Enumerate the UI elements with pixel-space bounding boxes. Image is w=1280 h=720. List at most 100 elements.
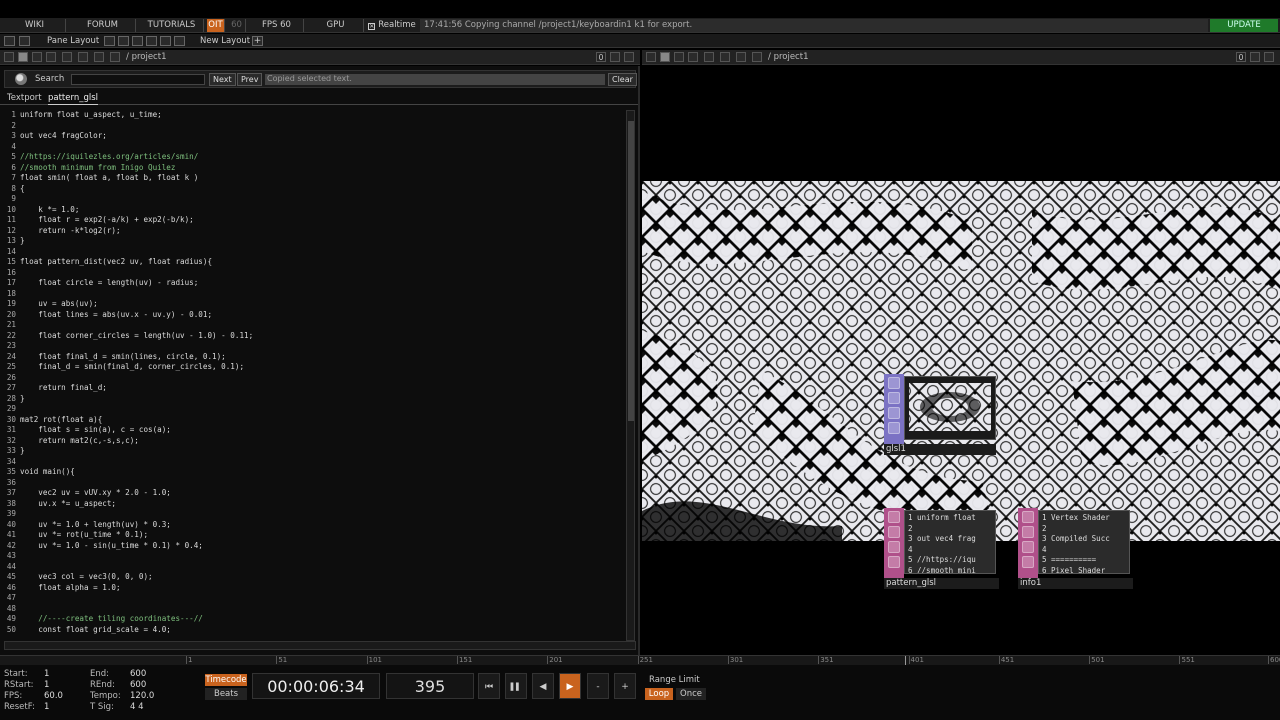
pane-menu-icon[interactable] (4, 52, 14, 62)
layout-preset-6-icon[interactable] (174, 36, 185, 46)
oit-toggle[interactable]: OIT (207, 19, 225, 32)
viewer-flag-icon[interactable] (1022, 511, 1034, 523)
code-line[interactable]: 23 (0, 341, 624, 352)
zoom-icon[interactable] (736, 52, 746, 62)
code-line[interactable]: 20 float lines = abs(uv.x - uv.y) - 0.01… (0, 310, 624, 321)
beats-mode-button[interactable]: Beats (205, 688, 247, 700)
code-editor[interactable]: 1 uniform float u_aspect, u_time; 2 3 out ve… (0, 110, 624, 641)
layout-preset-3-icon[interactable] (132, 36, 143, 46)
code-line[interactable]: 4 (0, 142, 624, 153)
search-next-button[interactable]: Next (209, 73, 236, 86)
play-button[interactable]: ▶ (559, 673, 581, 699)
vertical-scrollbar[interactable] (626, 110, 635, 641)
node-name[interactable]: pattern_glsl (884, 578, 999, 589)
code-line[interactable]: 49 //----create tiling coordinates---// (0, 614, 624, 625)
time-setting-end[interactable]: End: 600 (90, 669, 170, 679)
time-setting-start[interactable]: Start: 1 (4, 669, 84, 679)
timecode-display[interactable]: 00:00:06:34 (252, 673, 380, 699)
back-icon[interactable] (674, 52, 684, 62)
code-line[interactable]: 33} (0, 446, 624, 457)
setting-value[interactable]: 4 4 (130, 702, 144, 712)
code-line[interactable]: 32 return mat2(c,-s,s,c); (0, 436, 624, 447)
code-line[interactable]: 43 (0, 551, 624, 562)
clear-button[interactable]: Clear (608, 73, 637, 86)
code-line[interactable]: 3 out vec4 fragColor; (0, 131, 624, 142)
code-line[interactable]: 35 void main(){ (0, 467, 624, 478)
time-setting-rend[interactable]: REnd: 600 (90, 680, 170, 690)
split-pane-icon[interactable] (4, 36, 15, 46)
search-input[interactable] (71, 74, 205, 85)
setting-value[interactable]: 1 (44, 680, 49, 690)
code-line[interactable]: 14 (0, 247, 624, 258)
code-line[interactable]: 48 (0, 604, 624, 615)
menu-gpu[interactable]: GPU (308, 19, 364, 32)
code-line[interactable]: 8{ (0, 184, 624, 195)
bypass-flag-icon[interactable] (888, 541, 900, 553)
code-line[interactable]: 30 mat2 rot(float a){ (0, 415, 624, 426)
add-icon[interactable] (704, 52, 714, 62)
code-line[interactable]: 29 (0, 404, 624, 415)
code-line[interactable]: 25 final_d = smin(final_d, corner_circle… (0, 362, 624, 373)
timecode-mode-button[interactable]: Timecode (205, 674, 247, 686)
code-line[interactable]: 18 (0, 289, 624, 300)
code-line[interactable]: 19 uv = abs(uv); (0, 299, 624, 310)
maximize-icon[interactable] (1250, 52, 1260, 62)
code-line[interactable]: 10 k *= 1.0; (0, 205, 624, 216)
code-line[interactable]: 44 (0, 562, 624, 573)
tab-pattern-glsl[interactable]: pattern_glsl (48, 93, 99, 105)
code-line[interactable]: 37 vec2 uv = vUV.xy * 2.0 - 1.0; (0, 488, 624, 499)
code-line[interactable]: 31 float s = sin(a), c = cos(a); (0, 425, 624, 436)
time-setting-tsig[interactable]: T Sig: 4 4 (90, 702, 170, 712)
once-button[interactable]: Once (676, 688, 706, 700)
layout-icon[interactable] (19, 36, 30, 46)
update-button[interactable]: UPDATE (1210, 19, 1278, 32)
edit-flag-icon[interactable] (888, 526, 900, 538)
setting-value[interactable]: 1 (44, 669, 49, 679)
layout-preset-1-icon[interactable] (104, 36, 115, 46)
code-line[interactable]: 46 float alpha = 1.0; (0, 583, 624, 594)
layout-preset-5-icon[interactable] (160, 36, 171, 46)
edit-flag-icon[interactable] (1022, 526, 1034, 538)
stop-icon[interactable] (660, 52, 670, 62)
setting-value[interactable]: 1 (44, 702, 49, 712)
code-line[interactable]: 26 (0, 373, 624, 384)
code-line[interactable]: 41 uv *= rot(u_time * 0.1); (0, 530, 624, 541)
new-layout-label[interactable]: New Layout (200, 35, 250, 47)
node-name[interactable]: info1 (1018, 578, 1133, 589)
glsl-top-node[interactable]: glsl1 (884, 374, 999, 455)
frame-display[interactable]: 395 (386, 673, 474, 699)
add-icon[interactable] (62, 52, 72, 62)
code-line[interactable]: 34 (0, 457, 624, 468)
menu-forum[interactable]: FORUM (70, 19, 136, 32)
scrollbar-thumb[interactable] (628, 121, 634, 421)
network-path[interactable]: / project1 (126, 51, 166, 64)
menu-tutorials[interactable]: TUTORIALS (140, 19, 204, 32)
setting-value[interactable]: 600 (130, 680, 146, 690)
zoom-icon[interactable] (94, 52, 104, 62)
code-line[interactable]: 21 (0, 320, 624, 331)
info-node[interactable]: 1 Vertex Shader 2 3 Compiled Succ 4 5 ==… (1018, 508, 1135, 590)
fps-target[interactable]: 60 (228, 19, 246, 32)
network-editor-pane[interactable]: glsl1 1 uniform float 2 3 out vec4 frag … (642, 66, 1280, 655)
code-line[interactable]: 13} (0, 236, 624, 247)
setting-value[interactable]: 60.0 (44, 691, 63, 701)
menu-wiki[interactable]: WIKI (4, 19, 66, 32)
network-path[interactable]: / project1 (768, 51, 808, 64)
layout-preset-2-icon[interactable] (118, 36, 129, 46)
lock-flag-icon[interactable] (888, 422, 900, 434)
node-name[interactable]: glsl1 (884, 444, 996, 455)
code-line[interactable]: 38 uv.x *= u_aspect; (0, 499, 624, 510)
code-line[interactable]: 22 float corner_circles = length(uv - 1.… (0, 331, 624, 342)
code-line[interactable]: 28} (0, 394, 624, 405)
code-line[interactable]: 1 uniform float u_aspect, u_time; (0, 110, 624, 121)
forward-icon[interactable] (688, 52, 698, 62)
timeline-ruler[interactable]: 151101151201251301351401451501551600 (0, 655, 1280, 666)
code-line[interactable]: 40 uv *= 1.0 + length(uv) * 0.3; (0, 520, 624, 531)
setting-value[interactable]: 120.0 (130, 691, 154, 701)
code-line[interactable]: 11 float r = exp2(-a/k) + exp2(-b/k); (0, 215, 624, 226)
code-line[interactable]: 50 const float grid_scale = 4.0; (0, 625, 624, 636)
pane-menu-icon[interactable] (646, 52, 656, 62)
lock-flag-icon[interactable] (888, 556, 900, 568)
tab-textport[interactable]: Textport (7, 93, 42, 104)
code-line[interactable]: 9 (0, 194, 624, 205)
